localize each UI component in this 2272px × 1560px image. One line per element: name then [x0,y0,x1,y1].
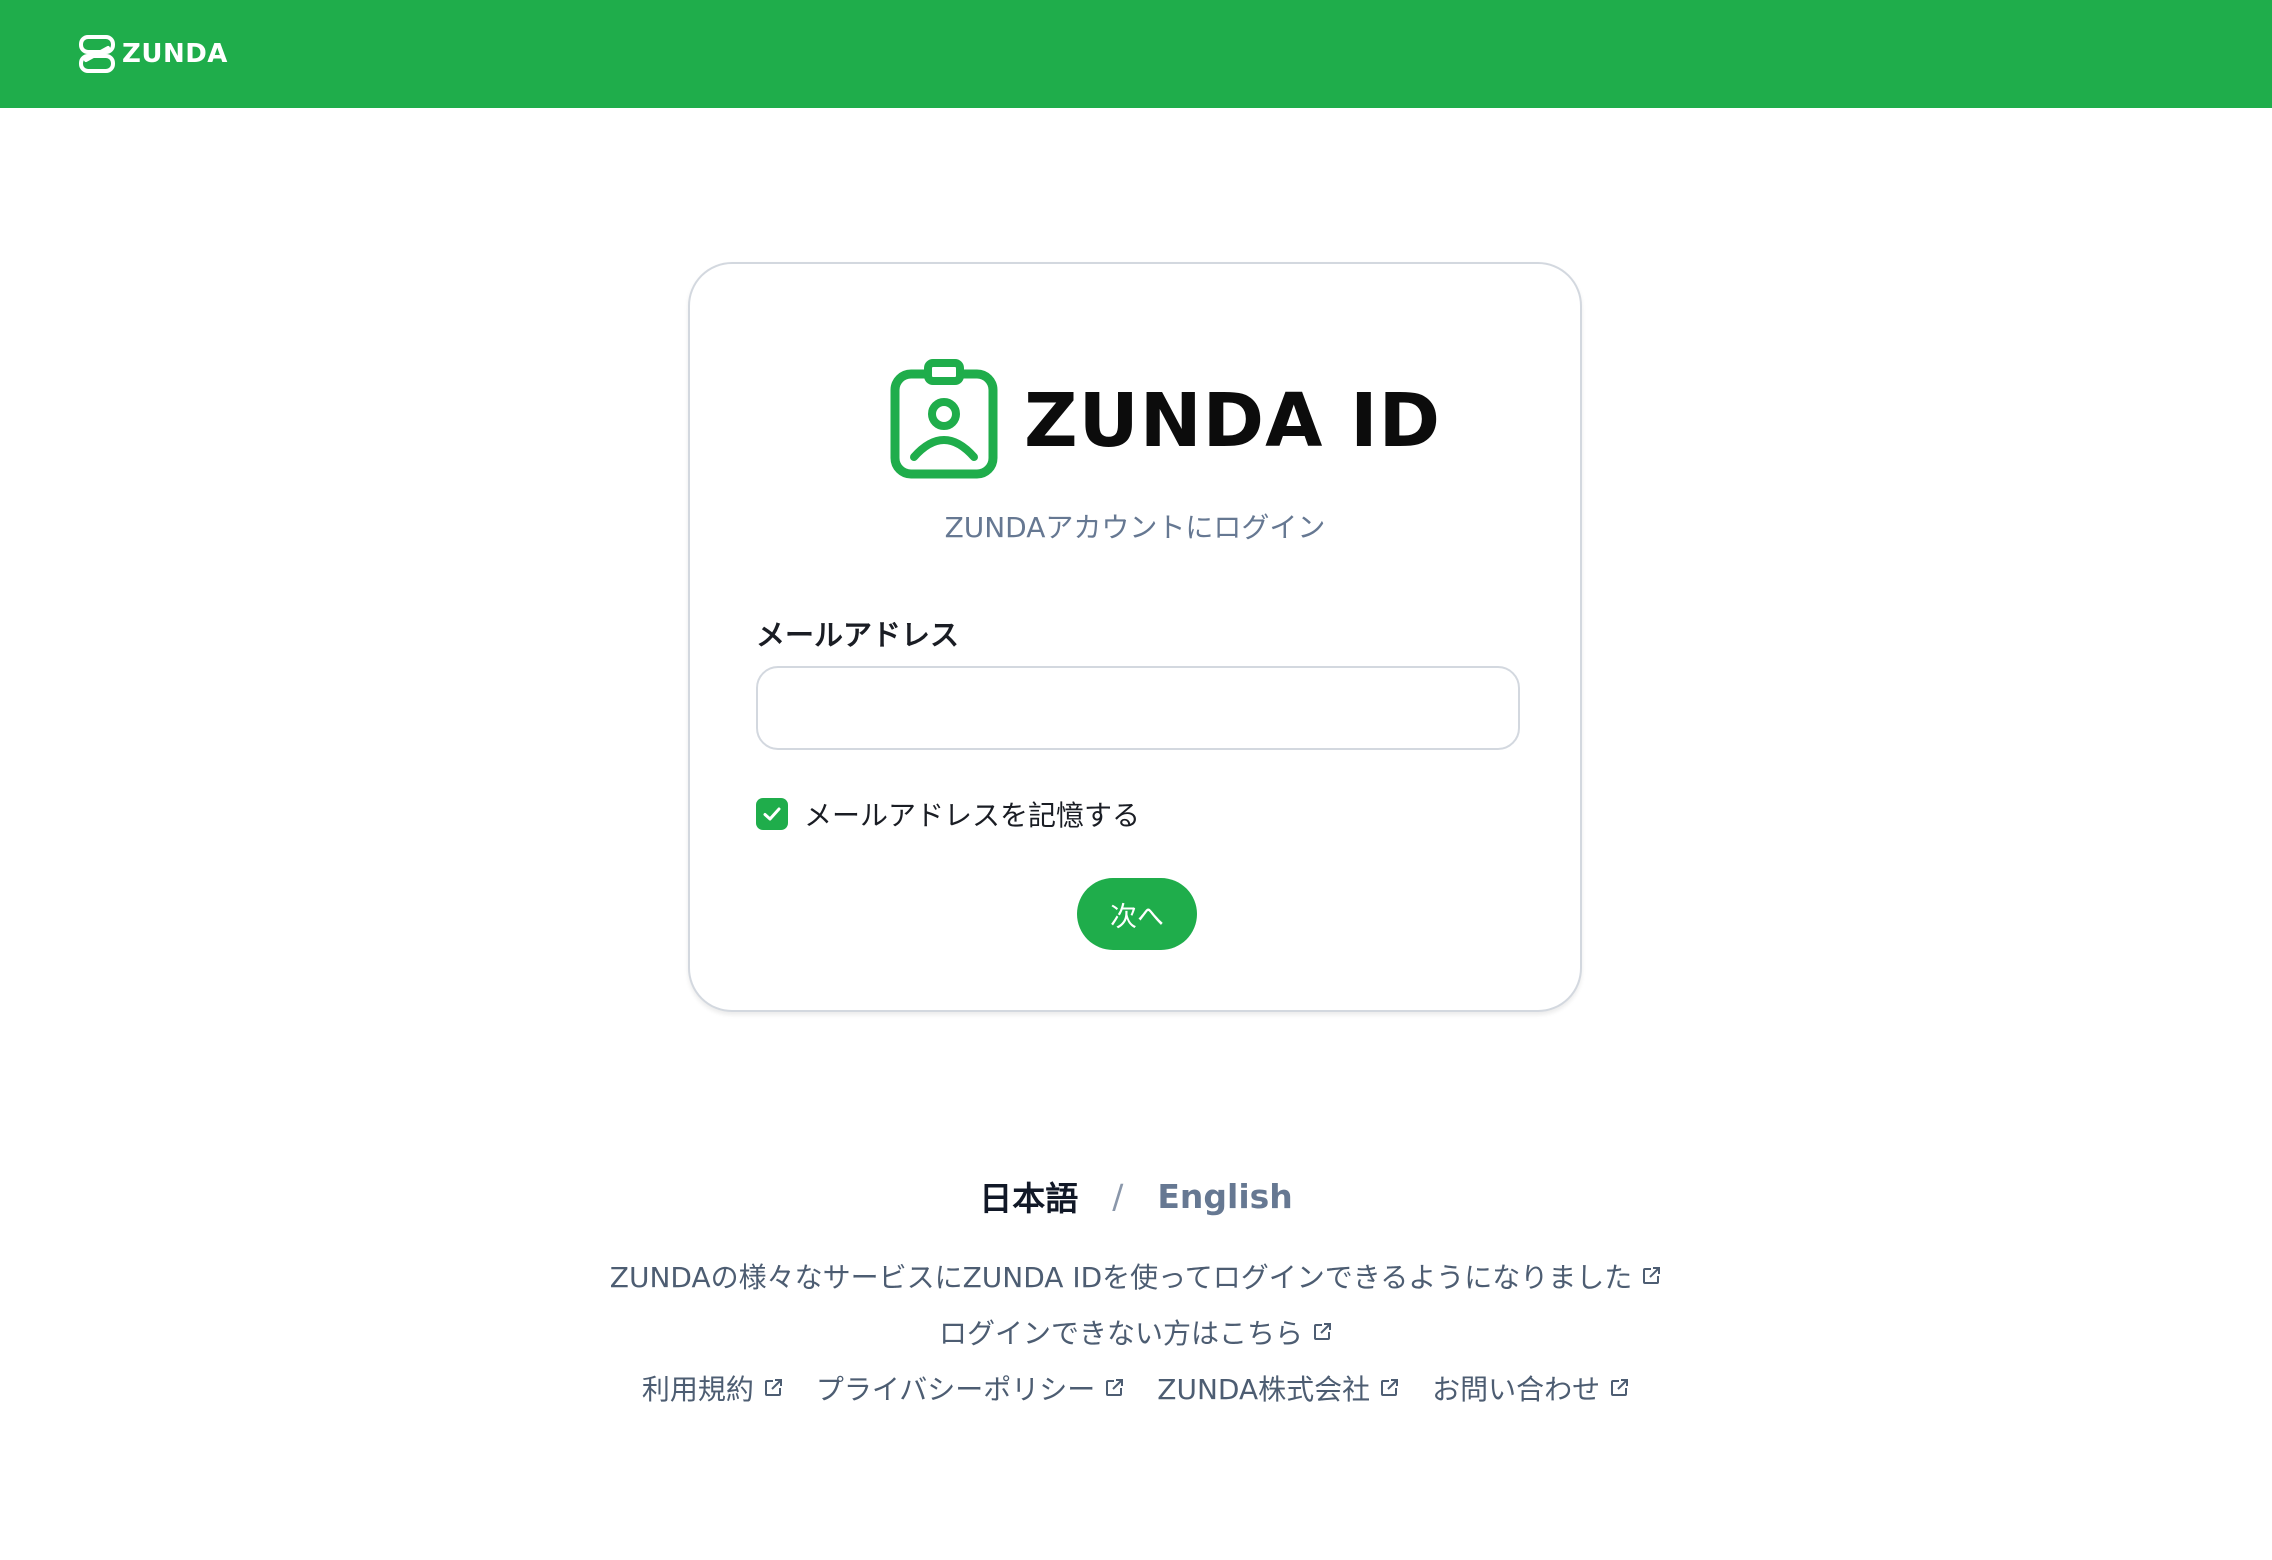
header-logo[interactable]: ZUNDA [78,32,228,76]
brand-logo: ZUNDA ID [890,359,1441,483]
checkbox[interactable] [756,798,788,830]
header-logo-text: ZUNDA [122,39,228,69]
next-button[interactable]: 次へ [1077,878,1197,950]
external-link-icon [1314,1323,1331,1340]
contact-link[interactable]: お問い合わせ [1432,1368,1630,1408]
company-link-label: ZUNDA株式会社 [1157,1373,1371,1406]
footer-help: ログインできない方はこちら [0,1312,2272,1352]
terms-link-label: 利用規約 [641,1373,754,1406]
external-link-icon [1643,1267,1661,1284]
privacy-policy-link[interactable]: プライバシーポリシー [816,1368,1125,1408]
announcement-link-label: ZUNDAの様々なサービスにZUNDA IDを使ってログインできるようになりまし… [609,1261,1633,1294]
check-icon [763,807,781,821]
login-card: ZUNDA ID ZUNDAアカウントにログイン メールアドレス メールアドレス… [688,262,1582,1012]
email-field[interactable] [756,666,1520,750]
brand-text: ZUNDA ID [1024,378,1442,464]
language-switcher: 日本語 / English [0,1172,2272,1220]
external-link-icon [764,1379,782,1396]
top-bar: ZUNDA [0,0,2272,108]
footer-announcement: ZUNDAの様々なサービスにZUNDA IDを使ってログインできるようになりまし… [0,1256,2272,1296]
contact-link-label: お問い合わせ [1432,1373,1601,1406]
privacy-policy-link-label: プライバシーポリシー [815,1373,1096,1406]
language-english[interactable]: English [1157,1177,1292,1216]
help-link[interactable]: ログインできない方はこちら [939,1312,1333,1352]
language-japanese[interactable]: 日本語 [979,1172,1078,1220]
company-link[interactable]: ZUNDA株式会社 [1157,1368,1400,1408]
terms-link[interactable]: 利用規約 [642,1368,784,1408]
announcement-link[interactable]: ZUNDAの様々なサービスにZUNDA IDを使ってログインできるようになりまし… [610,1256,1662,1296]
footer-links: 利用規約 プライバシーポリシー ZUNDA株式会社 お問い合わせ [0,1368,2272,1408]
id-badge-icon [890,359,998,483]
external-link-icon [1611,1379,1629,1396]
external-link-icon [1106,1379,1124,1396]
email-label: メールアドレス [756,618,960,652]
remember-email-label[interactable]: メールアドレスを記憶する [804,794,1140,834]
remember-email-checkbox[interactable]: メールアドレスを記憶する [756,794,1140,834]
zunda-logo-icon [78,34,116,74]
help-link-label: ログインできない方はこちら [938,1317,1303,1350]
external-link-icon [1381,1379,1399,1396]
language-separator: / [1112,1176,1124,1216]
login-subtitle: ZUNDAアカウントにログイン [944,511,1326,544]
